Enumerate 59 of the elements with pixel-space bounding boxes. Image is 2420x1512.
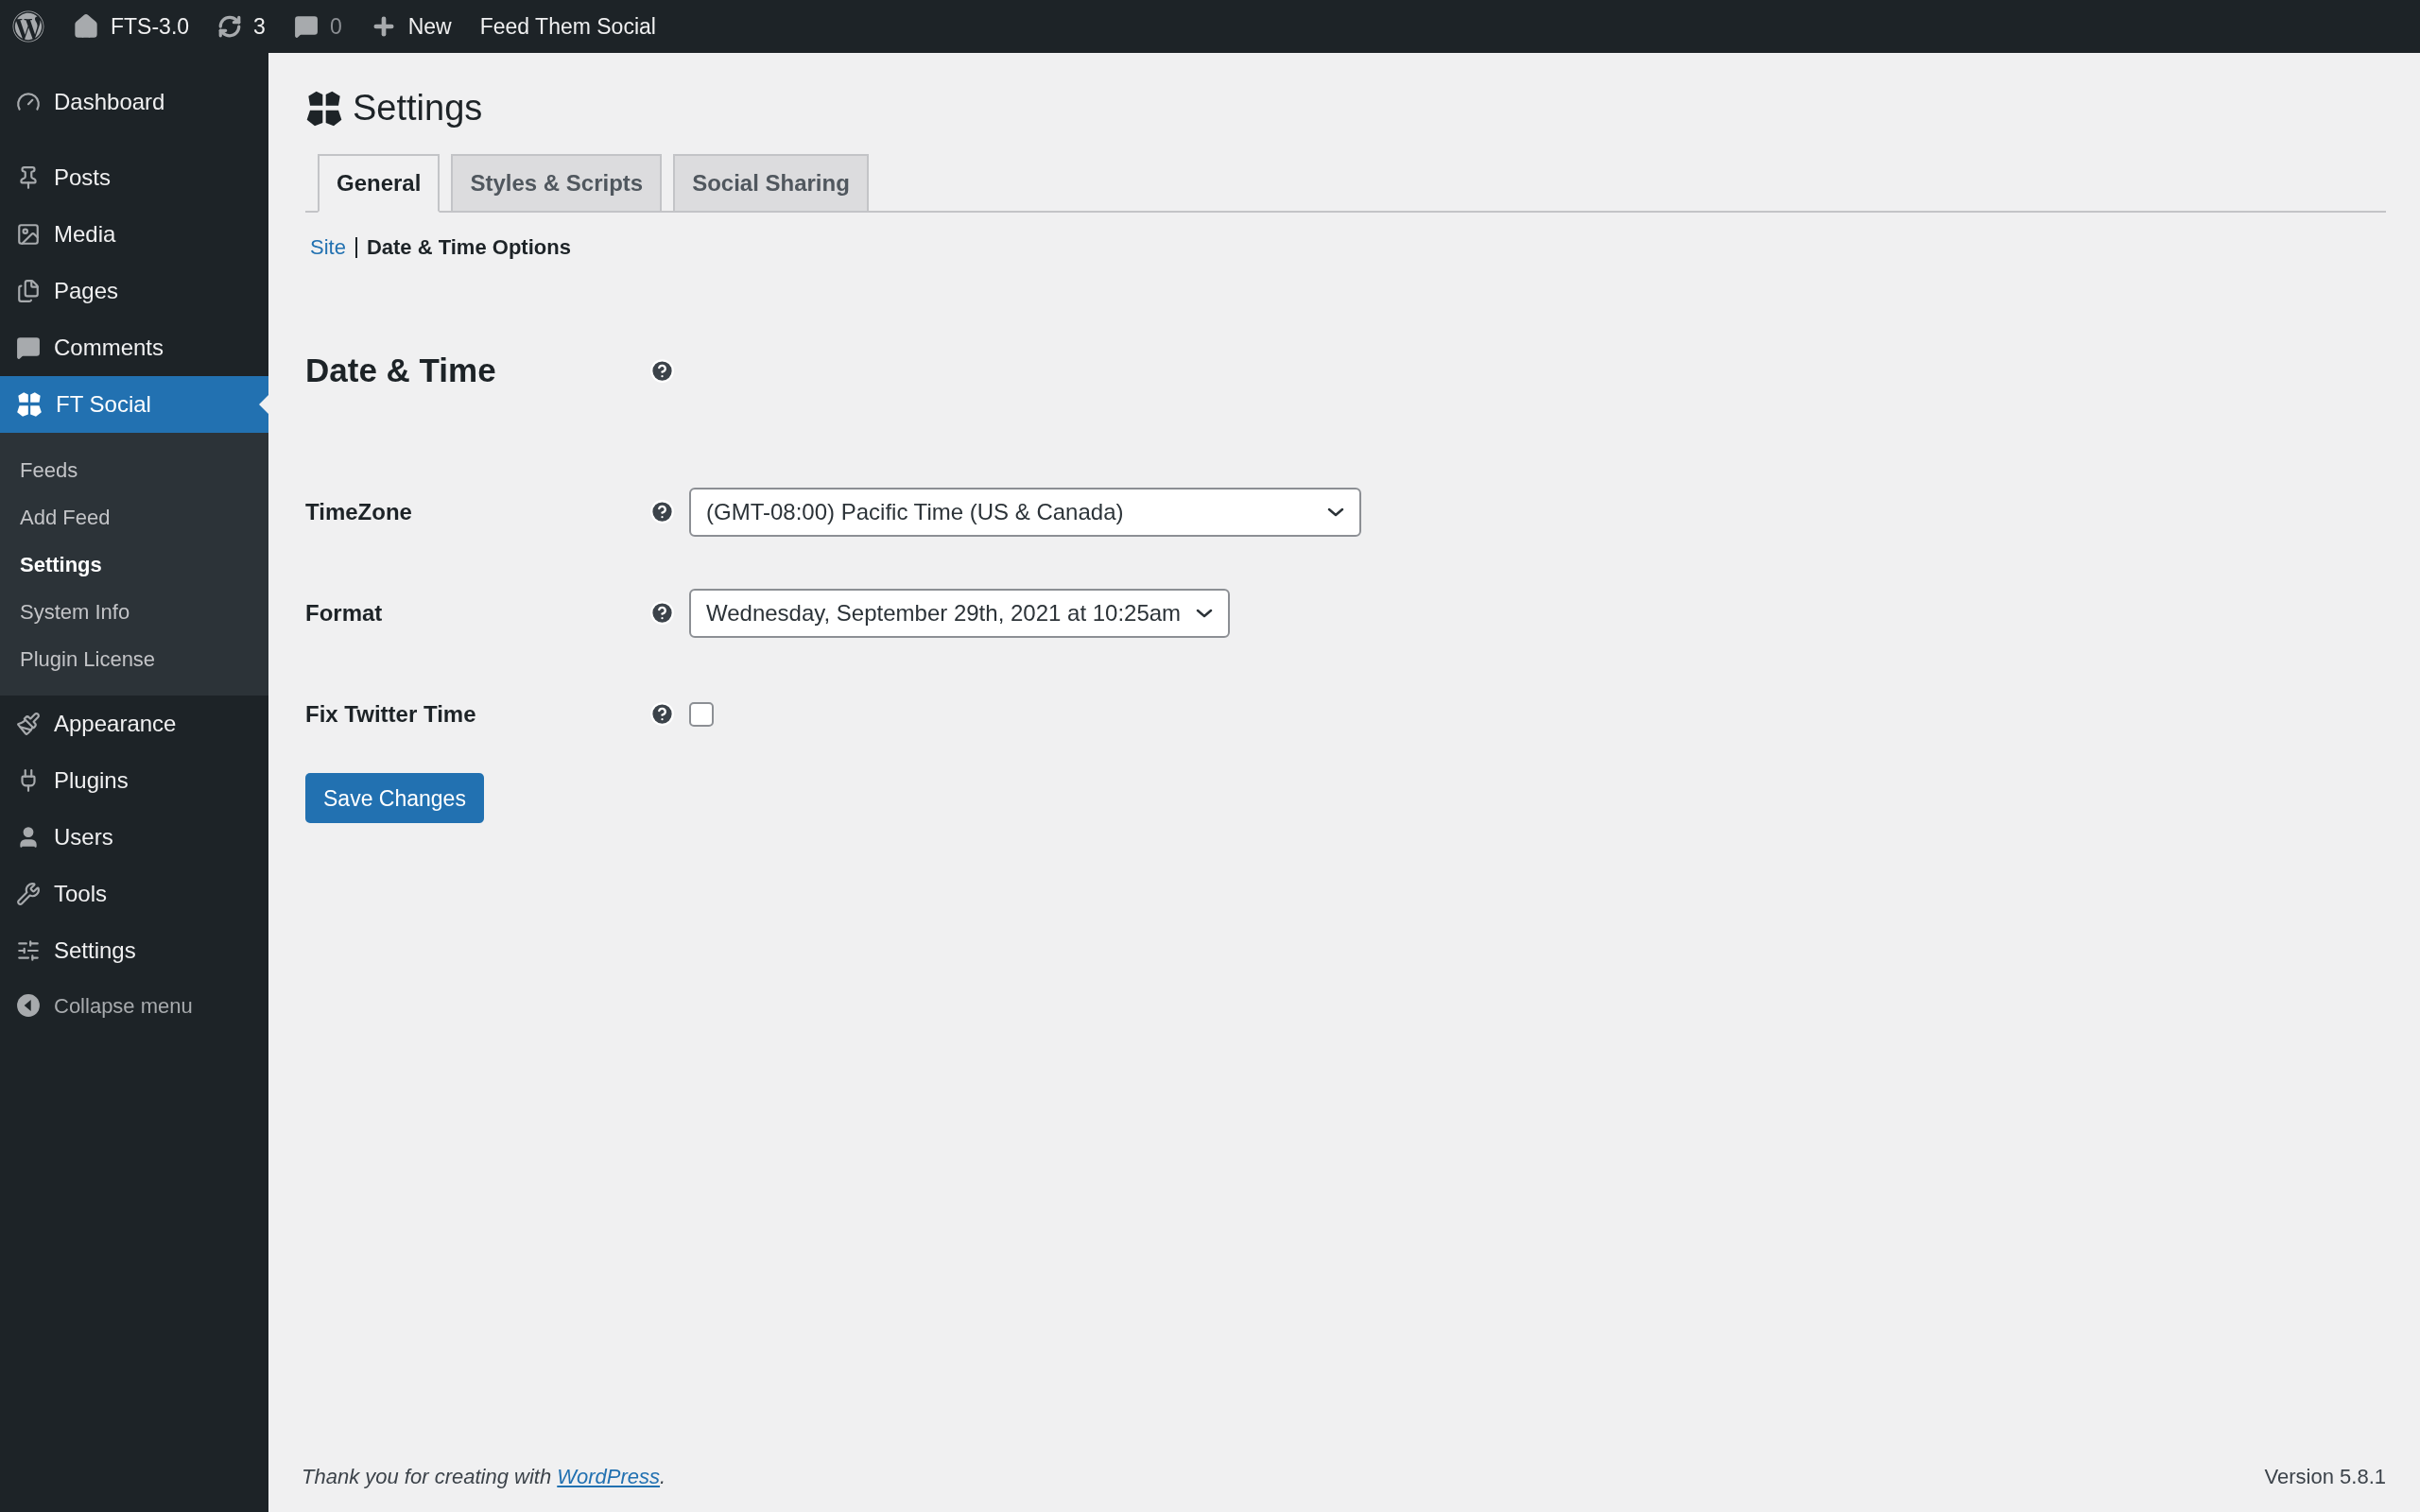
select-field[interactable]: Wednesday, September 29th, 2021 at 10:25am — [689, 588, 1231, 638]
sidebar-item[interactable]: Comments — [0, 319, 268, 376]
pages-icon — [16, 279, 41, 303]
updates-link[interactable]: 3 — [217, 9, 266, 43]
speech-bubble-icon — [16, 335, 41, 360]
wordpress-link[interactable]: WordPress — [557, 1464, 661, 1488]
help-icon[interactable] — [649, 357, 675, 384]
sidebar-item[interactable]: Pages — [0, 263, 268, 319]
paintbrush-icon — [16, 712, 41, 736]
select-field[interactable]: (GMT-08:00) Pacific Time (US & Canada) — [689, 487, 1361, 537]
submenu-item[interactable]: Settings — [0, 541, 268, 588]
sidebar-item[interactable]: Dashboard — [0, 74, 268, 130]
page-title: Settings — [353, 87, 483, 129]
sidebar-item[interactable]: Media — [0, 206, 268, 263]
help-icon[interactable] — [649, 499, 675, 524]
submenu-item[interactable]: Feeds — [0, 446, 268, 493]
new-link[interactable]: New — [370, 9, 452, 43]
submenu-item[interactable]: Plugin License — [0, 635, 268, 682]
sliders-icon — [16, 938, 41, 963]
sidebar-item[interactable]: Tools — [0, 866, 268, 922]
wordpress-logo-icon[interactable] — [12, 10, 44, 43]
clover-icon — [305, 89, 343, 128]
collapse-icon — [16, 993, 41, 1018]
home-icon — [73, 13, 99, 40]
sidebar-item[interactable]: FT Social — [0, 376, 268, 433]
footer-text: Thank you for creating with WordPress. — [302, 1463, 666, 1490]
speech-bubble-icon — [293, 14, 319, 39]
checkbox[interactable] — [689, 701, 714, 727]
section-heading: Date & Time — [305, 351, 497, 390]
site-name-link[interactable]: FTS-3.0 — [73, 9, 190, 43]
version-text: Version 5.8.1 — [2264, 1463, 2386, 1490]
subnav-link[interactable]: Date & Time Options — [366, 232, 571, 263]
chevron-down-icon — [1196, 608, 1214, 618]
refresh-icon — [217, 14, 243, 39]
save-button[interactable]: Save Changes — [305, 773, 484, 824]
field-label: TimeZone — [305, 497, 413, 526]
field-label: Format — [305, 598, 384, 627]
field-label: Fix Twitter Time — [305, 699, 477, 729]
sidebar-item[interactable]: Users — [0, 809, 268, 866]
submenu-item[interactable]: Add Feed — [0, 493, 268, 541]
wrench-icon — [16, 882, 41, 906]
collapse-menu-button[interactable]: Collapse menu — [0, 979, 268, 1032]
tab[interactable]: Social Sharing — [673, 154, 869, 213]
subnav-link[interactable]: Site — [310, 232, 346, 263]
sidebar-item[interactable]: Posts — [0, 149, 268, 206]
sidebar-item[interactable]: Plugins — [0, 752, 268, 809]
sidebar-item[interactable]: Settings — [0, 922, 268, 979]
tab[interactable]: Styles & Scripts — [451, 154, 663, 213]
submenu-item[interactable]: System Info — [0, 588, 268, 635]
help-icon[interactable] — [649, 600, 675, 626]
clover-icon — [16, 391, 43, 418]
plugin-link[interactable]: Feed Them Social — [479, 9, 656, 43]
help-icon[interactable] — [649, 701, 675, 727]
image-icon — [16, 222, 41, 247]
comments-link[interactable]: 0 — [293, 9, 342, 43]
chevron-down-icon — [1327, 507, 1344, 517]
current-pointer — [259, 395, 268, 414]
sidebar-item[interactable]: Appearance — [0, 696, 268, 752]
tab[interactable]: General — [318, 154, 441, 213]
